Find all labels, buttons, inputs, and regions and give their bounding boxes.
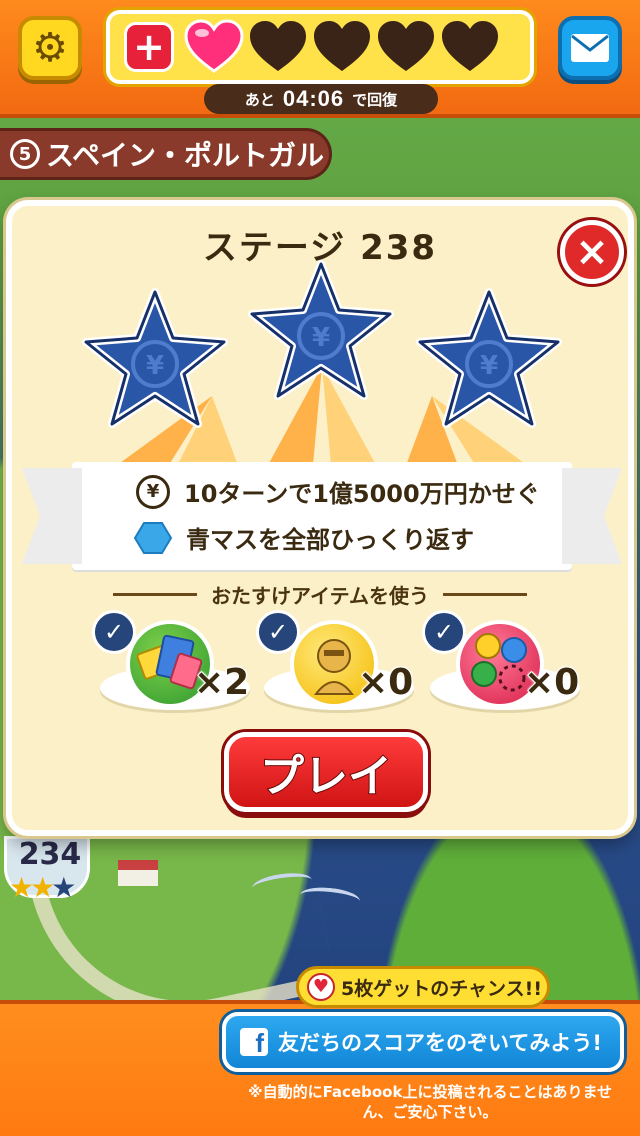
checkmark-icon[interactable]: ✓ [92,610,136,654]
map-stage-stars: ★★★ [9,871,76,904]
goal-row: 青マスを全部ひっくり返す [134,520,474,555]
heart-icon [314,21,370,71]
star-icon: ¥ [416,288,562,428]
star-icon: ★ [9,871,34,904]
stage-dialog: ステージ 238 × ¥ ¥ ¥ ¥ 10ターンで1億5000万円かせぐ 青マス… [6,200,634,836]
area-number: 5 [10,139,40,169]
item-count: ×0 [357,661,414,704]
goal-text: 青マスを全部ひっくり返す [186,526,474,554]
gear-icon: ⚙ [32,25,68,71]
heart-icon [250,21,306,71]
checkmark-icon[interactable]: ✓ [422,610,466,654]
heart-icon: ♥ [307,973,335,1001]
heart-icon [184,19,244,73]
timer-prefix: あと [244,91,275,109]
mail-icon [571,34,609,62]
facebook-button-label: 友だちのスコアをのぞいてみよう! [278,1031,602,1055]
area-banner: 5 スペイン・ポルトガル [0,128,332,180]
star-icon: ¥ [248,260,394,400]
svg-text:¥: ¥ [312,323,330,353]
timer-suffix: で回復 [352,91,398,109]
goal-text: 10ターンで1億5000万円かせぐ [184,480,540,508]
heart-icon [378,21,434,71]
items-header: おたすけアイテムを使う [12,580,628,609]
heart-icon [442,21,498,71]
settings-button[interactable]: ⚙ [18,16,82,80]
star-icon: ¥ [82,288,228,428]
facebook-icon: f [240,1028,268,1056]
facebook-note: ※自動的にFacebook上に投稿されることはありません、ご安心下さい。 [247,1083,612,1121]
star-icon: ★ [30,871,55,904]
svg-text:¥: ¥ [146,351,164,381]
map-stage-marker[interactable]: 234 ★★★ [4,836,90,904]
items-header-text: おたすけアイテムを使う [211,584,429,608]
star-icon: ★ [51,871,76,904]
item-cash-bundle[interactable]: ✓ ×2 [92,610,262,720]
divider [113,593,197,596]
close-icon: × [575,229,609,275]
facebook-friends-button[interactable]: f 友だちのスコアをのぞいてみよう! [222,1012,624,1072]
svg-text:¥: ¥ [480,351,498,381]
yen-icon: ¥ [136,474,170,509]
map-stage-number: 234 [18,837,82,872]
heart-recovery-timer: あと 04:06 で回復 [204,84,438,114]
close-button[interactable]: × [560,220,624,284]
add-hearts-button[interactable]: + [124,22,174,72]
checkmark-icon[interactable]: ✓ [256,610,300,654]
timer-value: 04:06 [282,86,345,111]
goal-banner: ¥ 10ターンで1億5000万円かせぐ 青マスを全部ひっくり返す [72,462,572,570]
hearts-panel: + [106,10,534,84]
blue-hexagon-icon [134,521,172,554]
area-name: スペイン・ポルトガル [46,139,325,172]
item-count: ×2 [193,661,250,704]
chance-badge: ♥ 5枚ゲットのチャンス!! [296,966,550,1008]
divider [443,593,527,596]
play-button[interactable]: プレイ [224,732,428,812]
item-coin-set[interactable]: ✓ ×0 [422,610,592,720]
item-golden-statue[interactable]: ✓ ×0 [256,610,426,720]
mail-button[interactable] [558,16,622,80]
goal-row: ¥ 10ターンで1億5000万円かせぐ [136,474,540,509]
item-count: ×0 [523,661,580,704]
map-house [118,860,158,886]
chance-text: 5枚ゲットのチャンス!! [341,977,542,1000]
